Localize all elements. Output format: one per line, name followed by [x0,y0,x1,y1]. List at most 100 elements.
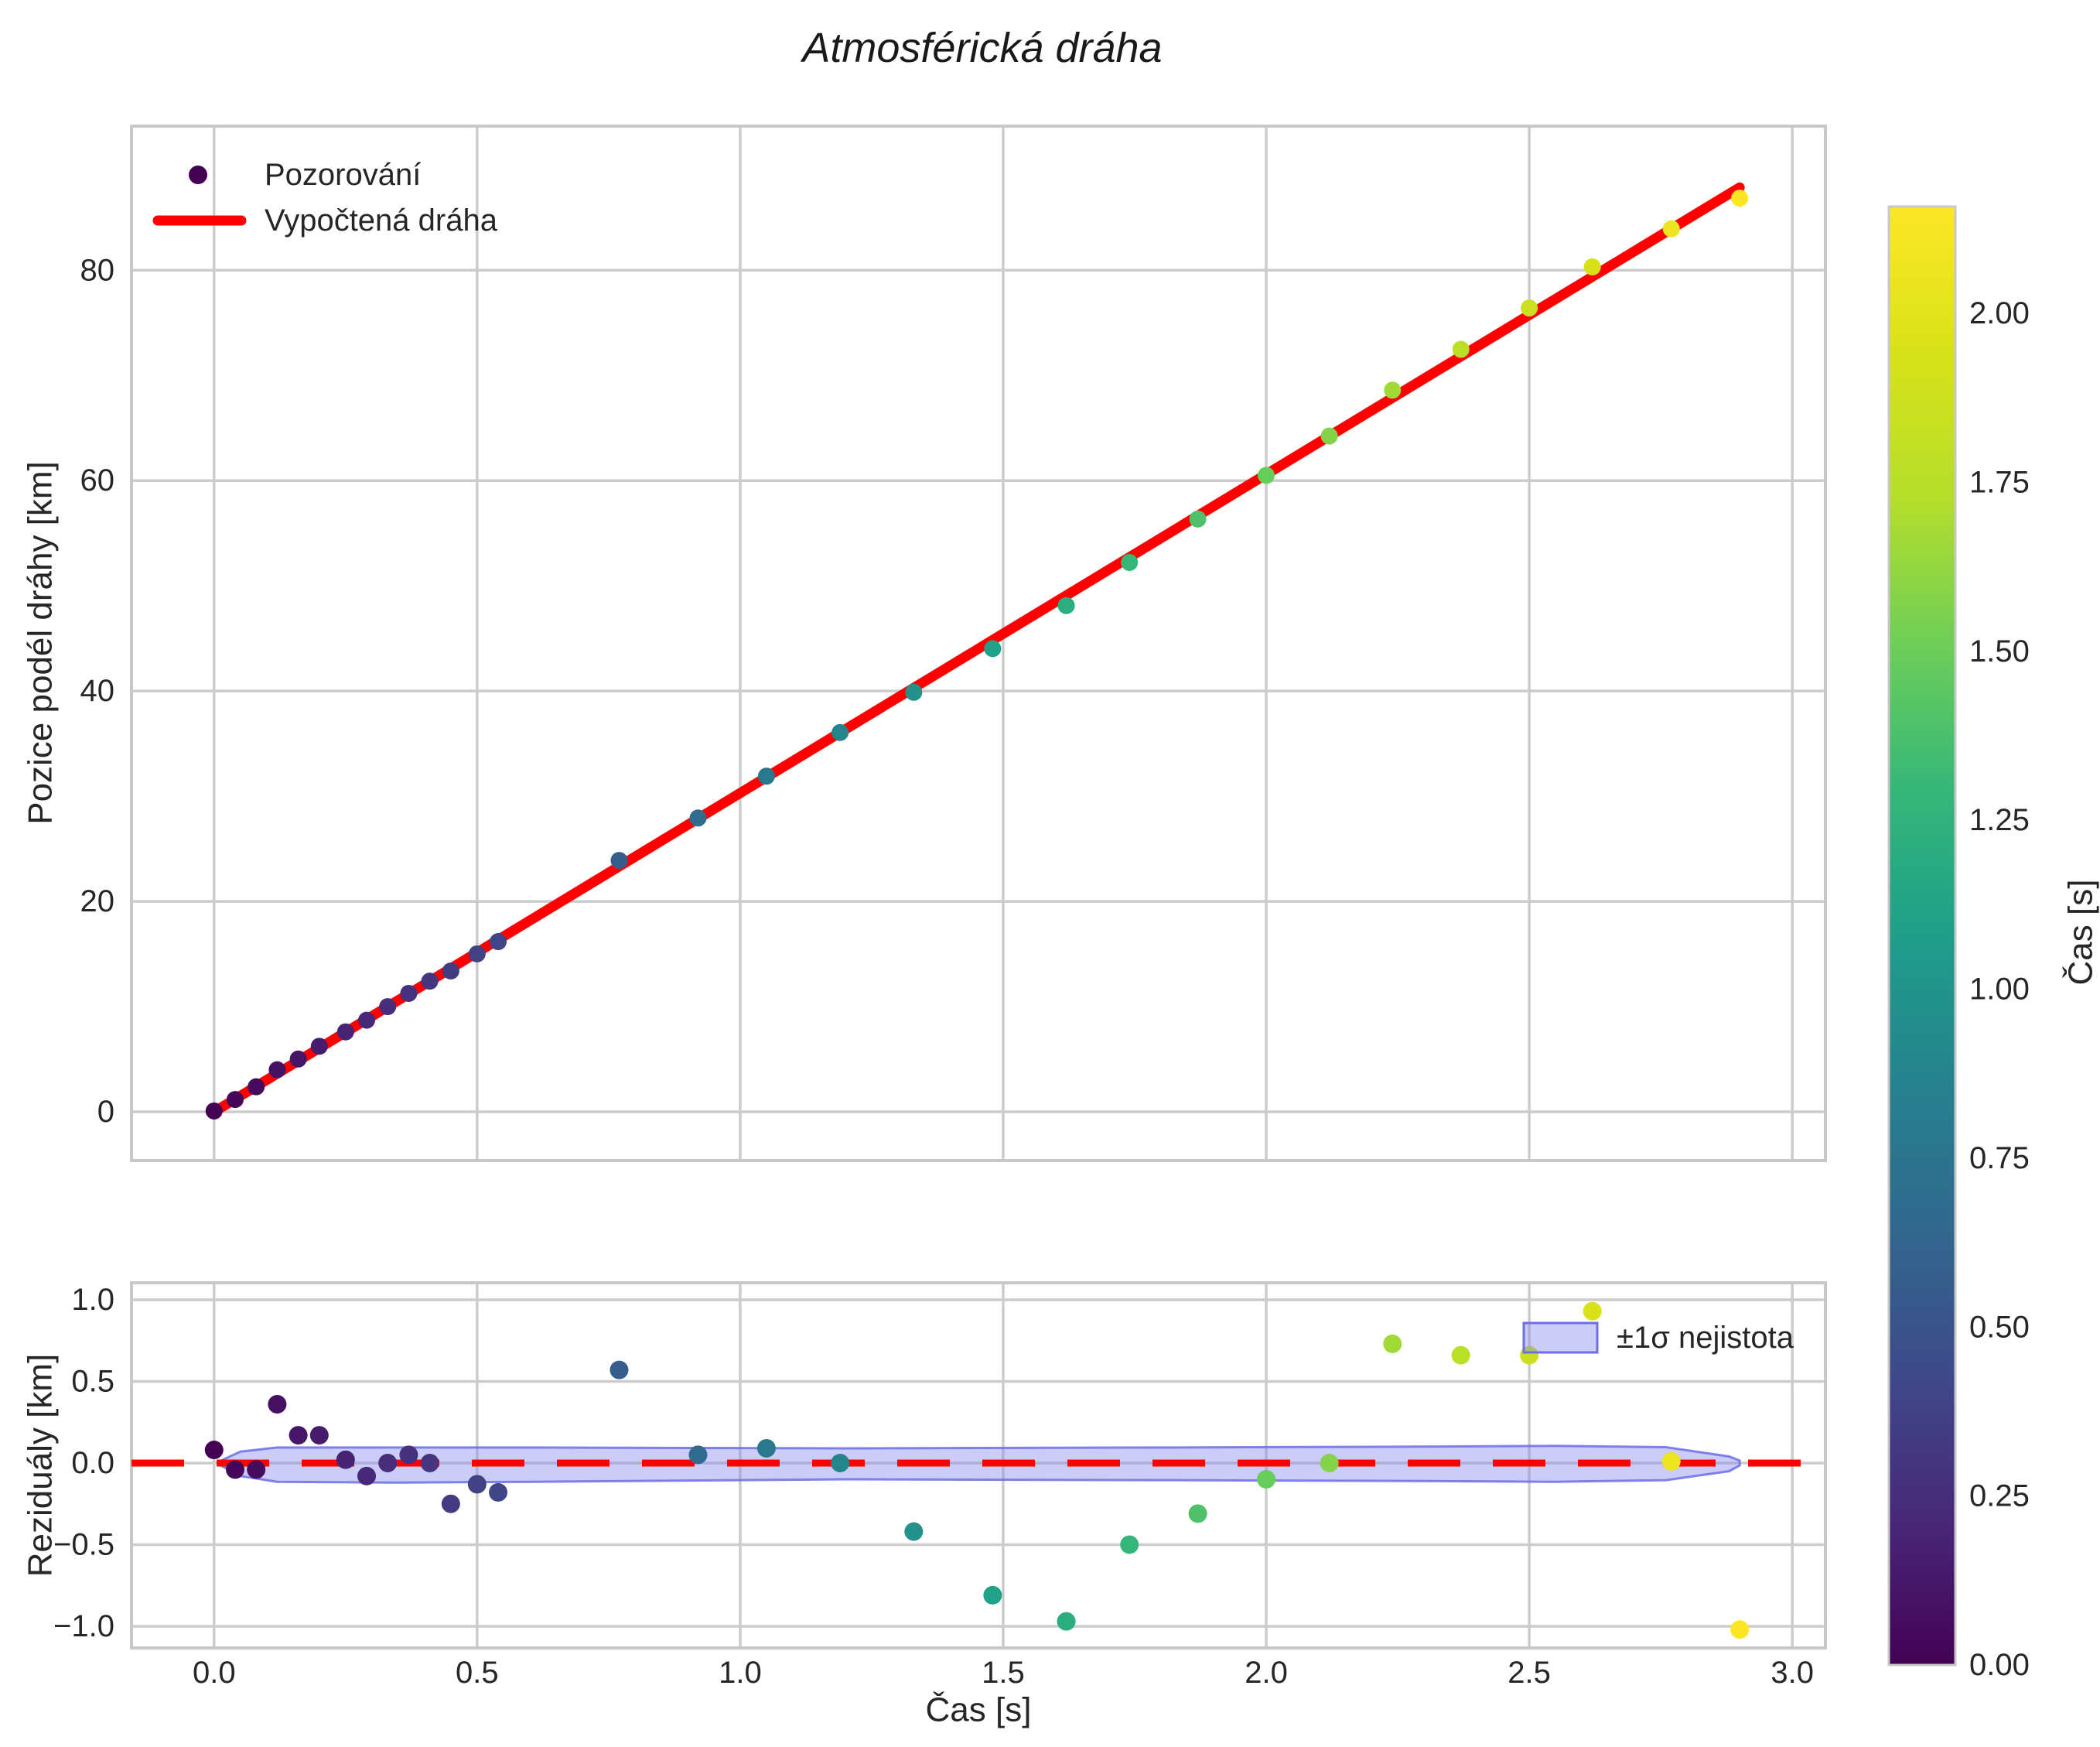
observation-point [1731,190,1749,207]
observation-point [831,723,849,741]
main-y-axis-label: Pozice podél dráhy [km] [22,461,60,825]
observation-point [400,984,418,1002]
residual-point [309,1426,329,1445]
residual-point [983,1585,1002,1605]
residual-point [336,1450,355,1469]
figure: Pozorování Vypočtená dráha ±1σ nejistota… [0,0,2100,1743]
observation-point [689,809,707,827]
observation-point [1057,597,1075,614]
x-tick: 3.0 [1770,1656,1814,1690]
observation-point [1189,510,1207,528]
x-axis-label: Čas [s] [926,1691,1032,1729]
residual-point [1583,1301,1602,1321]
main-legend: Pozorování Vypočtená dráha [152,158,498,238]
x-tick: 2.0 [1245,1656,1288,1690]
residual-point [467,1475,487,1494]
residual-point [610,1360,629,1379]
residual-point [1120,1535,1139,1554]
residual-point [489,1482,508,1502]
observation-point [1121,554,1139,572]
observation-point [1384,381,1402,399]
residual-point [1730,1620,1750,1639]
residual-y-tick: −1.0 [53,1609,114,1643]
residual-point [378,1453,398,1472]
colorbar-tick: 0.25 [1969,1479,2030,1513]
residual-y-tick: 0.5 [71,1364,114,1398]
observation-point [421,973,439,990]
observation-point [1583,258,1601,275]
residual-point [357,1466,377,1485]
observation-point [1258,467,1275,484]
residual-point [1383,1334,1402,1353]
observation-point [1662,220,1680,238]
residual-point [247,1460,266,1479]
observation-point [1452,340,1470,358]
observation-point [757,768,775,785]
residual-y-axis-label: Reziduály [km] [22,1354,60,1578]
observation-point [336,1023,354,1041]
observation-point [984,640,1002,658]
x-tick: 1.5 [982,1656,1025,1690]
colorbar-tick: 1.75 [1969,465,2030,499]
residual-point [1057,1612,1076,1631]
colorbar: 0.00 0.25 0.50 0.75 1.00 1.25 1.50 1.75 2.00 Čas… [1887,205,2100,1682]
observation-point [226,1091,244,1109]
colorbar-tick-labels: 0.00 0.25 0.50 0.75 1.00 1.25 1.50 1.75 2.00 [1969,296,2030,1682]
residual-point [1320,1453,1339,1472]
x-tick-labels: 0.0 0.5 1.0 1.5 2.0 2.5 3.0 [193,1656,1814,1690]
main-y-tick: 0 [97,1095,114,1129]
observation-point [490,933,507,951]
colorbar-tick: 0.50 [1969,1310,2030,1344]
main-y-tick: 60 [80,463,115,497]
colorbar-label: Čas [s] [2061,880,2100,986]
residual-point [1257,1470,1276,1489]
legend-band-patch [1522,1321,1599,1354]
residual-point [204,1441,224,1460]
observation-point [905,683,923,701]
residual-legend: ±1σ nejistota [1522,1321,1794,1355]
observation-point [442,962,459,979]
colorbar-gradient [1887,205,1957,1667]
residual-point [904,1522,924,1541]
main-y-tick: 20 [80,884,115,918]
residual-point [289,1426,308,1445]
main-y-tick: 40 [80,674,115,708]
chart-title: Atmosférická dráha [800,25,1162,71]
residual-point [831,1453,850,1472]
colorbar-tick: 0.75 [1969,1141,2030,1175]
observation-point [310,1038,328,1055]
observation-point [358,1011,376,1029]
observation-point [289,1050,307,1068]
residual-point [441,1494,460,1513]
colorbar-tick: 1.25 [1969,803,2030,837]
legend-band-label: ±1σ nejistota [1617,1321,1794,1355]
residual-point [1451,1345,1470,1365]
observation-point [1320,427,1338,445]
x-tick: 1.0 [719,1656,762,1690]
observation-point [379,998,397,1016]
residual-point [268,1394,287,1414]
legend-observations-marker [189,166,207,184]
residual-point [1661,1451,1681,1471]
main-y-tick: 80 [80,253,115,287]
residual-y-tick-labels: 1.0 0.5 0.0 −0.5 −1.0 [53,1283,114,1643]
residual-point [688,1445,708,1465]
observation-point [468,945,486,962]
colorbar-tick: 1.50 [1969,634,2030,668]
residual-point [1188,1504,1207,1523]
residual-y-tick: 0.0 [71,1446,114,1480]
observation-point [205,1102,223,1120]
residual-point [420,1453,439,1472]
residual-point [225,1460,244,1479]
observation-point [1521,299,1538,317]
observation-point [268,1061,286,1079]
colorbar-tick: 2.00 [1969,296,2030,330]
colorbar-tick: 0.00 [1969,1648,2030,1682]
legend-observations-label: Pozorování [265,158,421,192]
residual-point [756,1438,776,1458]
residual-y-tick: −0.5 [53,1527,114,1561]
x-tick: 0.5 [456,1656,499,1690]
colorbar-tick: 1.00 [1969,973,2030,1007]
main-y-tick-labels: 0 20 40 60 80 [80,253,115,1129]
legend-fit-line-label: Vypočtená dráha [265,203,498,238]
